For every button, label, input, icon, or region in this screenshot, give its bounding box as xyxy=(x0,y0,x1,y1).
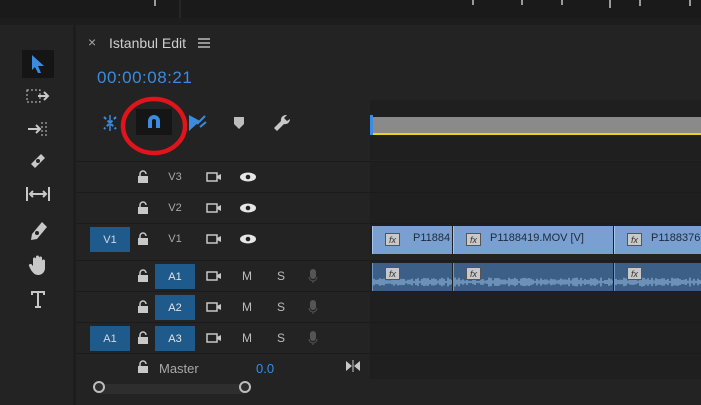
mute-button[interactable]: M xyxy=(242,323,252,353)
track-name-a3[interactable]: A3 xyxy=(155,326,195,351)
track-area-v3[interactable] xyxy=(370,162,701,192)
lock-icon[interactable] xyxy=(137,331,149,345)
camera-icon[interactable] xyxy=(206,202,222,214)
track-name-a1[interactable]: A1 xyxy=(155,264,195,289)
track-name-v2[interactable]: V2 xyxy=(155,193,195,223)
track-header-a1: A1 M S xyxy=(76,261,370,291)
type-icon[interactable] xyxy=(22,285,54,313)
solo-button[interactable]: S xyxy=(277,261,285,291)
microphone-icon[interactable] xyxy=(308,330,318,346)
master-volume-value[interactable]: 0.0 xyxy=(256,361,274,376)
slip-icon[interactable] xyxy=(22,180,54,208)
video-clip[interactable]: fx P11884 xyxy=(372,226,452,254)
hamburger-menu-icon[interactable] xyxy=(198,38,210,48)
clip-label: P11884 xyxy=(413,232,451,244)
track-header-a3: A1 A3 M S xyxy=(76,323,370,353)
master-row: Master 0.0 xyxy=(76,353,701,380)
video-clip[interactable]: fx P1188376. xyxy=(614,226,701,254)
clip-label: P1188419.MOV [V] xyxy=(490,232,584,244)
eye-icon[interactable] xyxy=(239,172,257,182)
playhead-timecode[interactable]: 00:00:08:21 xyxy=(97,68,192,88)
fx-badge[interactable]: fx xyxy=(385,267,400,280)
fx-badge[interactable]: fx xyxy=(627,267,642,280)
track-row-v1: V1 V1 fx P11884 fx P1188419.MOV [V] fx P… xyxy=(76,223,701,254)
track-name-v3[interactable]: V3 xyxy=(155,162,195,192)
audio-clip[interactable]: fx xyxy=(614,263,701,291)
track-name-v1[interactable]: V1 xyxy=(155,224,195,254)
close-tab-button[interactable]: × xyxy=(88,34,96,50)
sync-lock-icon[interactable] xyxy=(206,270,222,282)
zoom-handle-left[interactable] xyxy=(93,381,105,393)
hand-icon[interactable] xyxy=(22,251,54,279)
linked-selection-icon[interactable] xyxy=(186,113,208,133)
track-header-a2: A2 M S xyxy=(76,292,370,322)
fx-badge[interactable]: fx xyxy=(385,233,400,246)
top-strip xyxy=(0,0,701,18)
work-area-bar[interactable] xyxy=(370,117,701,133)
eye-icon[interactable] xyxy=(239,234,257,244)
go-to-in-out-icon[interactable] xyxy=(345,360,361,372)
track-area-a1[interactable]: fx fx fx xyxy=(370,261,701,291)
lock-icon[interactable] xyxy=(137,232,149,246)
render-bar xyxy=(370,133,701,135)
track-header-v1: V1 V1 xyxy=(76,224,370,254)
track-header-v3: V3 xyxy=(76,162,370,192)
lock-icon[interactable] xyxy=(137,360,149,374)
track-area-a3[interactable] xyxy=(370,323,701,353)
solo-button[interactable]: S xyxy=(277,292,285,322)
solo-button[interactable]: S xyxy=(277,323,285,353)
zoom-scrollbar[interactable] xyxy=(96,384,248,394)
microphone-icon[interactable] xyxy=(308,268,318,284)
razor-icon[interactable] xyxy=(22,147,54,175)
track-area-a2[interactable] xyxy=(370,292,701,322)
source-patch-v1[interactable]: V1 xyxy=(90,227,130,252)
lock-icon[interactable] xyxy=(137,300,149,314)
track-select-icon[interactable] xyxy=(22,82,54,110)
track-row-a3: A1 A3 M S xyxy=(76,322,701,353)
sequence-tab-title[interactable]: Istanbul Edit xyxy=(109,35,186,51)
eye-icon[interactable] xyxy=(239,203,257,213)
zoom-handle-right[interactable] xyxy=(239,381,251,393)
master-label: Master xyxy=(159,361,199,376)
top-strip-decor xyxy=(154,0,691,18)
track-row-v3: V3 xyxy=(76,161,701,192)
snap-highlight-circle xyxy=(120,95,188,157)
track-row-v2: V2 xyxy=(76,192,701,223)
wrench-settings-icon[interactable] xyxy=(272,113,292,133)
source-patch-a1[interactable]: A1 xyxy=(90,326,130,351)
track-area-v1[interactable]: fx P11884 fx P1188419.MOV [V] fx P118837… xyxy=(370,224,701,254)
video-clip[interactable]: fx P1188419.MOV [V] xyxy=(453,226,613,254)
fx-badge[interactable]: fx xyxy=(627,233,642,246)
microphone-icon[interactable] xyxy=(308,299,318,315)
track-row-a1: A1 M S fx fx fx xyxy=(76,260,701,291)
lock-icon[interactable] xyxy=(137,269,149,283)
audio-clip[interactable]: fx xyxy=(372,263,452,291)
track-area-v2[interactable] xyxy=(370,193,701,223)
clip-label: P1188376. xyxy=(651,232,701,244)
audio-clip[interactable]: fx xyxy=(453,263,613,291)
master-track-area xyxy=(370,354,701,380)
tools-panel xyxy=(0,25,73,405)
mute-button[interactable]: M xyxy=(242,261,252,291)
track-name-a2[interactable]: A2 xyxy=(155,295,195,320)
mute-button[interactable]: M xyxy=(242,292,252,322)
fx-badge[interactable]: fx xyxy=(466,233,481,246)
playhead-marker[interactable] xyxy=(370,115,373,135)
insert-overwrite-icon[interactable] xyxy=(100,113,120,133)
lock-icon[interactable] xyxy=(137,170,149,184)
zoom-scrollbar-row xyxy=(76,379,701,405)
camera-icon[interactable] xyxy=(206,233,222,245)
sync-lock-icon[interactable] xyxy=(206,301,222,313)
selection-tool-icon[interactable] xyxy=(22,50,54,78)
lock-icon[interactable] xyxy=(137,201,149,215)
camera-icon[interactable] xyxy=(206,171,222,183)
pen-icon[interactable] xyxy=(22,217,54,245)
fx-badge[interactable]: fx xyxy=(466,267,481,280)
sync-lock-icon[interactable] xyxy=(206,332,222,344)
ripple-edit-icon[interactable] xyxy=(22,115,54,143)
track-header-v2: V2 xyxy=(76,193,370,223)
track-row-a2: A2 M S xyxy=(76,291,701,322)
add-marker-icon[interactable] xyxy=(233,116,245,130)
